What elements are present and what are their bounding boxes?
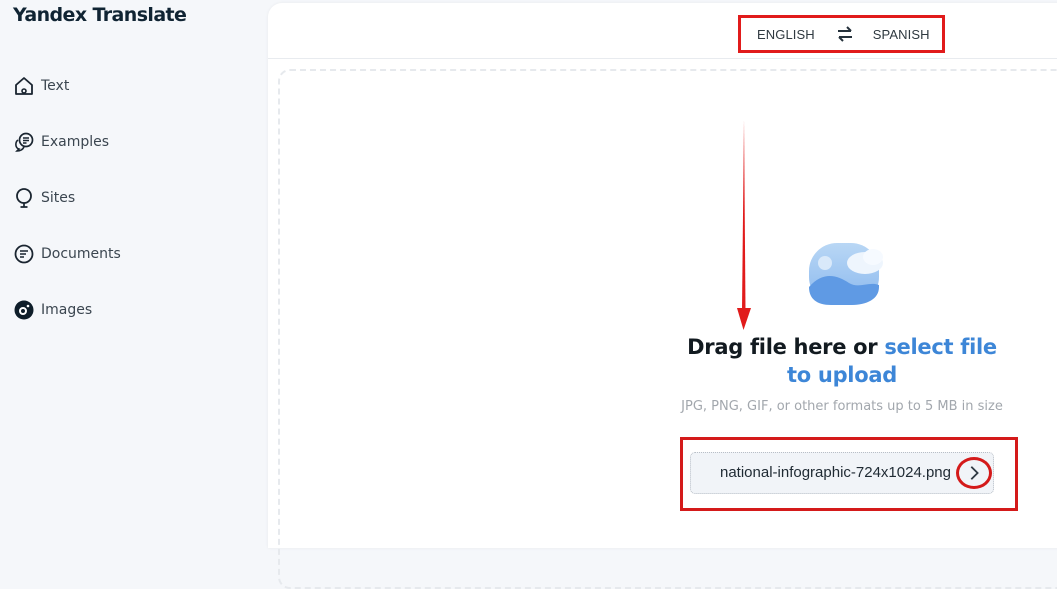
sidebar-item-documents[interactable]: Documents (13, 242, 121, 266)
sidebar-item-label: Text (41, 78, 70, 94)
document-icon (13, 243, 35, 265)
home-icon (13, 75, 35, 97)
camera-icon (13, 299, 35, 321)
sidebar-item-label: Images (41, 302, 93, 318)
image-placeholder-icon (809, 243, 883, 305)
chevron-right-icon (970, 466, 979, 480)
file-name: national-infographic-724x1024.png (719, 464, 951, 481)
language-selector: ENGLISH SPANISH (738, 15, 945, 53)
file-drop-zone[interactable] (278, 69, 1057, 589)
source-language-button[interactable]: ENGLISH (757, 27, 815, 42)
swap-arrows-icon[interactable] (835, 24, 855, 44)
language-bar: ENGLISH SPANISH (268, 3, 1057, 59)
upload-hint: JPG, PNG, GIF, or other formats up to 5 … (681, 399, 1003, 414)
upload-title: Drag file here or select file to upload (680, 333, 1004, 389)
sidebar-item-images[interactable]: Images (13, 298, 92, 322)
selected-file-field[interactable]: national-infographic-724x1024.png (690, 452, 994, 494)
sidebar-item-examples[interactable]: Examples (13, 130, 109, 154)
app-title: Yandex Translate (13, 4, 187, 26)
sidebar-item-label: Documents (41, 246, 121, 262)
sidebar: Yandex Translate Text Examples Sites Doc… (0, 0, 268, 538)
sidebar-item-label: Examples (41, 134, 110, 150)
sidebar-item-label: Sites (41, 190, 76, 206)
chat-bubbles-icon (13, 131, 35, 153)
submit-file-button[interactable] (956, 457, 992, 489)
upload-title-text: Drag file here or (687, 335, 885, 359)
sidebar-item-text[interactable]: Text (13, 74, 69, 98)
sidebar-item-sites[interactable]: Sites (13, 186, 75, 210)
target-language-button[interactable]: SPANISH (873, 27, 930, 42)
annotation-arrow-icon (737, 120, 751, 330)
globe-icon (13, 187, 35, 209)
